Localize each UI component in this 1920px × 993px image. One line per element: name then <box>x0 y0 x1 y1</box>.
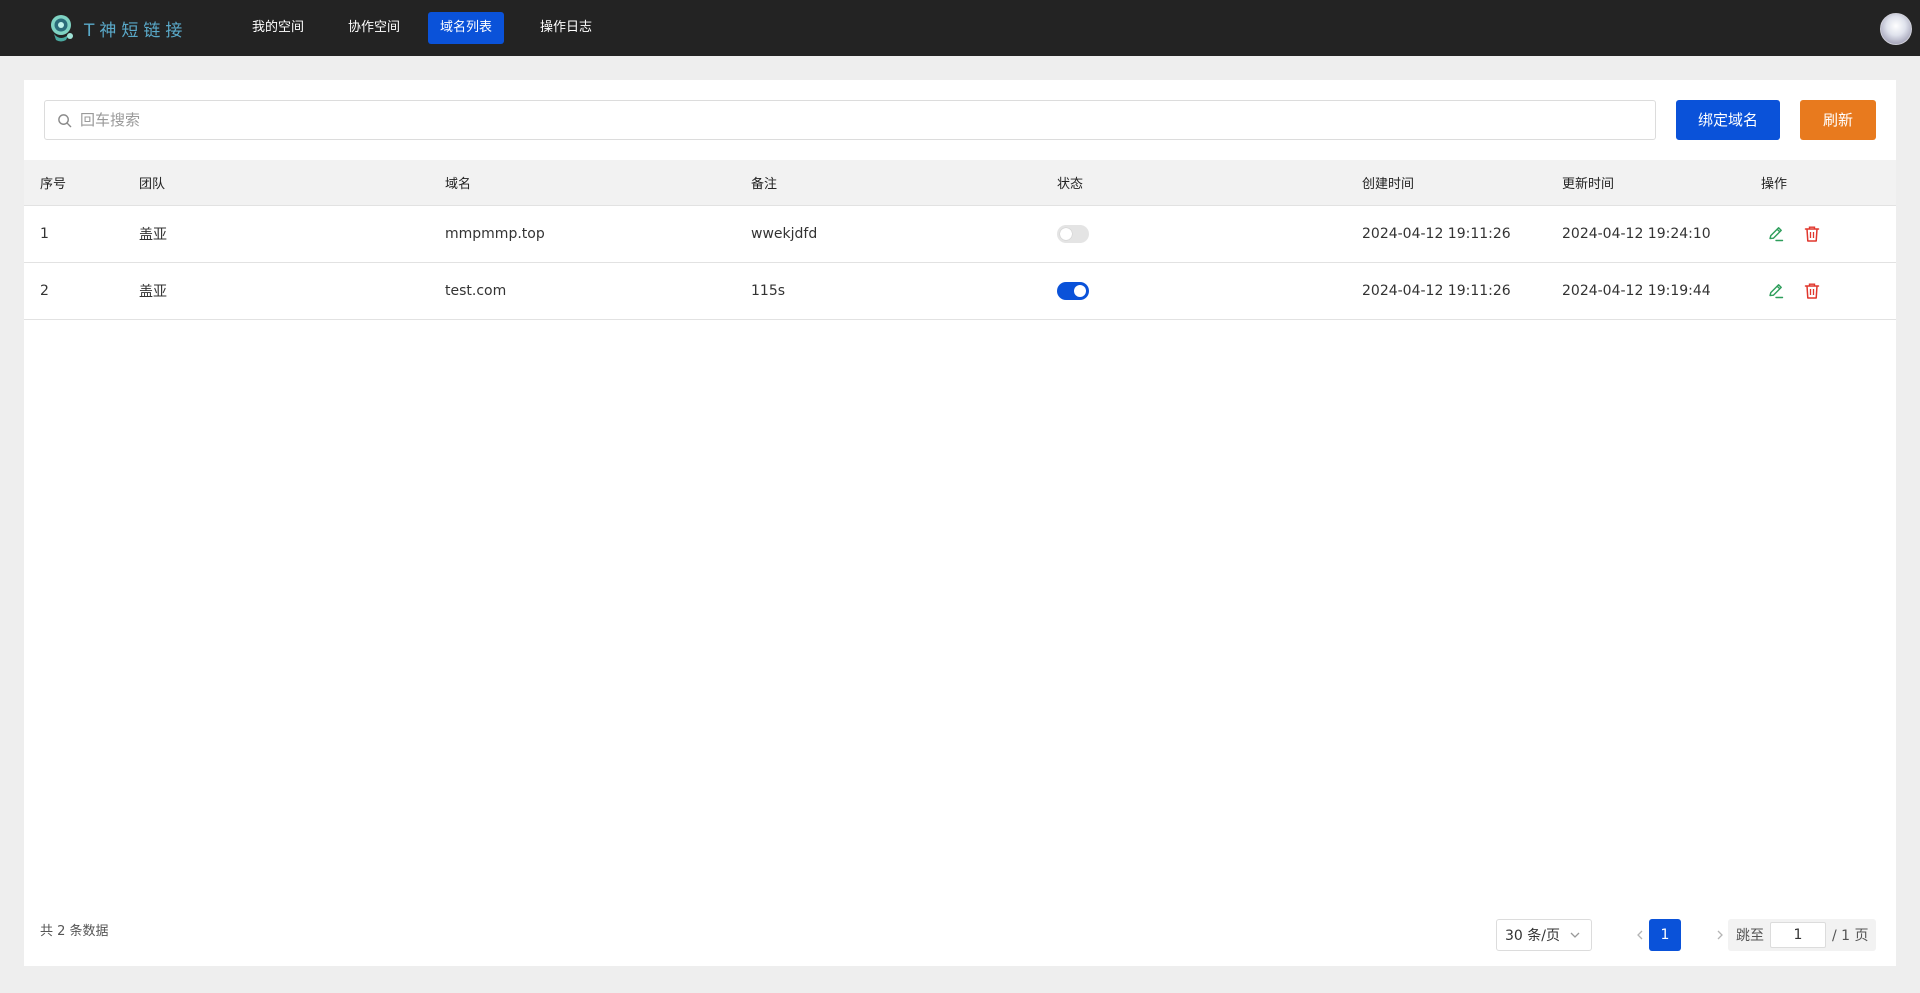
search-box[interactable] <box>44 100 1656 140</box>
logo-text: T神短链接 <box>84 20 188 41</box>
row-index: 2 <box>40 283 49 299</box>
row-updated-time: 2024-04-12 19:24:10 <box>1562 226 1711 242</box>
table-row: 2 盖亚 test.com 115s 2024-04-12 19:11:26 2… <box>24 263 1896 320</box>
page-jumper: 跳至 / 1 页 <box>1728 919 1876 951</box>
page-size-value: 30 条/页 <box>1505 928 1560 944</box>
chevron-down-icon <box>1570 932 1580 938</box>
header-note: 备注 <box>751 177 778 192</box>
nav-operation-log[interactable]: 操作日志 <box>528 12 604 44</box>
status-toggle[interactable] <box>1057 282 1089 300</box>
edit-icon[interactable] <box>1767 282 1785 300</box>
row-updated-time: 2024-04-12 19:19:44 <box>1562 283 1711 299</box>
status-toggle[interactable] <box>1057 225 1089 243</box>
trash-icon[interactable] <box>1803 225 1821 243</box>
page-size-select[interactable]: 30 条/页 <box>1496 919 1592 951</box>
domain-table: 序号 团队 域名 备注 状态 创建时间 更新时间 操作 1 盖亚 mmpmmp.… <box>24 160 1896 320</box>
bind-domain-button[interactable]: 绑定域名 <box>1676 100 1780 140</box>
row-domain: test.com <box>445 283 507 299</box>
nav-domain-list[interactable]: 域名列表 <box>428 12 505 44</box>
row-created-time: 2024-04-12 19:11:26 <box>1362 226 1511 242</box>
chevron-left-icon <box>1637 930 1643 940</box>
header-domain: 域名 <box>445 177 472 192</box>
row-actions <box>1761 263 1821 319</box>
header-actions: 操作 <box>1761 177 1788 192</box>
total-pages: / 1 页 <box>1832 928 1869 944</box>
nav-my-space[interactable]: 我的空间 <box>240 12 316 44</box>
row-actions <box>1761 206 1821 262</box>
refresh-button[interactable]: 刷新 <box>1800 100 1876 140</box>
search-input[interactable] <box>80 102 1640 138</box>
table-row: 1 盖亚 mmpmmp.top wwekjdfd 2024-04-12 19:1… <box>24 206 1896 263</box>
edit-icon[interactable] <box>1767 225 1785 243</box>
row-domain: mmpmmp.top <box>445 226 545 242</box>
table-header: 序号 团队 域名 备注 状态 创建时间 更新时间 操作 <box>24 160 1896 206</box>
app-logo[interactable]: T神短链接 <box>46 12 187 44</box>
nav-collab-space[interactable]: 协作空间 <box>336 12 412 44</box>
total-count: 共 2 条数据 <box>40 924 109 939</box>
header-created-time: 创建时间 <box>1362 177 1415 192</box>
domain-list-panel: 绑定域名 刷新 序号 团队 域名 备注 状态 创建时间 更新时间 操作 1 盖亚… <box>24 80 1896 966</box>
row-status <box>1057 206 1089 262</box>
user-avatar[interactable] <box>1880 13 1912 45</box>
logo-mascot-icon <box>51 15 73 42</box>
row-note: 115s <box>751 283 786 299</box>
jump-label: 跳至 <box>1736 928 1764 944</box>
trash-icon[interactable] <box>1803 282 1821 300</box>
jump-page-input[interactable] <box>1770 922 1826 948</box>
row-team: 盖亚 <box>139 284 167 300</box>
top-navbar: T神短链接 我的空间 协作空间 域名列表 操作日志 <box>0 0 1920 56</box>
row-status <box>1057 263 1089 319</box>
row-created-time: 2024-04-12 19:11:26 <box>1362 283 1511 299</box>
toggle-knob <box>1060 228 1072 240</box>
row-index: 1 <box>40 226 49 242</box>
row-team: 盖亚 <box>139 227 167 243</box>
header-team: 团队 <box>139 177 166 192</box>
row-note: wwekjdfd <box>751 226 818 242</box>
toggle-knob <box>1074 285 1086 297</box>
search-icon <box>58 113 72 127</box>
header-status: 状态 <box>1057 177 1084 192</box>
page-1-button[interactable]: 1 <box>1649 919 1681 951</box>
header-updated-time: 更新时间 <box>1562 177 1615 192</box>
chevron-right-icon <box>1717 930 1723 940</box>
header-index: 序号 <box>40 177 67 192</box>
